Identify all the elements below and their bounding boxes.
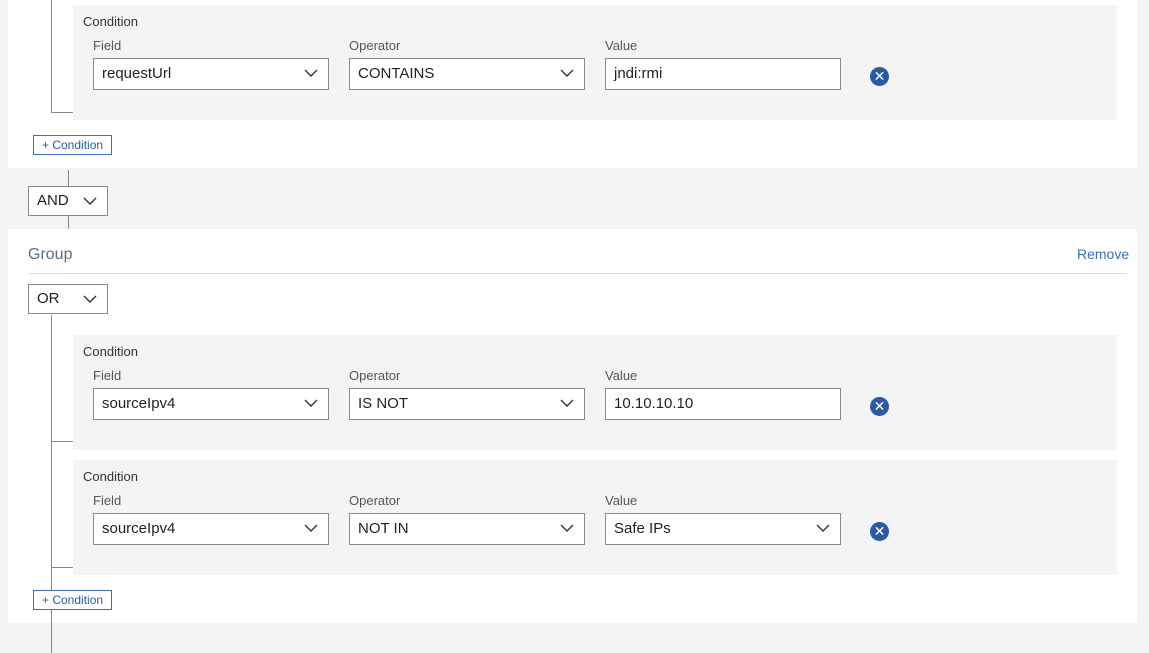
operator-label: Operator: [349, 493, 401, 508]
remove-condition-icon[interactable]: ✕: [870, 397, 889, 416]
add-condition-button[interactable]: + Condition: [33, 590, 113, 610]
joiner-line-top: [68, 170, 69, 186]
field-select-value: sourceIpv4: [102, 395, 176, 412]
condition-title: Condition: [83, 469, 138, 484]
value-select[interactable]: Safe IPs: [605, 513, 841, 545]
operator-label: Operator: [349, 368, 401, 383]
group-logic-value: OR: [37, 290, 60, 307]
field-select-value: requestUrl: [102, 65, 172, 82]
tree-branch: [51, 441, 73, 442]
field-label: Field: [93, 38, 122, 53]
chevron-down-icon: [304, 399, 318, 407]
condition-title: Condition: [83, 344, 138, 359]
condition-card: Condition Field Operator Value sourceIpv…: [73, 460, 1117, 575]
value-input[interactable]: 10.10.10.10: [605, 388, 841, 420]
operator-label: Operator: [349, 38, 401, 53]
chevron-down-icon: [83, 197, 97, 205]
condition-card: Condition Field Operator Value requestUr…: [73, 5, 1117, 120]
value-select-value: Safe IPs: [614, 520, 671, 537]
tree-branch: [51, 112, 73, 113]
value-label: Value: [605, 493, 638, 508]
operator-select[interactable]: IS NOT: [349, 388, 585, 420]
operator-select[interactable]: NOT IN: [349, 513, 585, 545]
field-label: Field: [93, 493, 122, 508]
chevron-down-icon: [304, 524, 318, 532]
group-joiner-value: AND: [37, 192, 69, 209]
group-logic-select[interactable]: OR: [28, 284, 108, 314]
operator-select-value: IS NOT: [358, 395, 409, 412]
value-label: Value: [605, 38, 638, 53]
chevron-down-icon: [560, 524, 574, 532]
remove-group-link[interactable]: Remove: [1077, 246, 1129, 262]
group-header-divider: [28, 273, 1127, 274]
value-input[interactable]: jndi:rmi: [605, 58, 841, 90]
group-joiner-select[interactable]: AND: [28, 186, 108, 216]
field-select[interactable]: requestUrl: [93, 58, 329, 90]
operator-select-value: CONTAINS: [358, 65, 435, 82]
field-select-value: sourceIpv4: [102, 520, 176, 537]
chevron-down-icon: [560, 69, 574, 77]
chevron-down-icon: [83, 295, 97, 303]
tree-branch: [51, 567, 73, 568]
field-label: Field: [93, 368, 122, 383]
joiner-line-bottom: [68, 216, 69, 230]
condition-title: Condition: [83, 14, 138, 29]
remove-condition-icon[interactable]: ✕: [870, 522, 889, 541]
condition-card: Condition Field Operator Value sourceIpv…: [73, 335, 1117, 450]
remove-condition-icon[interactable]: ✕: [870, 67, 889, 86]
chevron-down-icon: [304, 69, 318, 77]
add-condition-button[interactable]: + Condition: [33, 135, 113, 155]
operator-select-value: NOT IN: [358, 520, 409, 537]
operator-select[interactable]: CONTAINS: [349, 58, 585, 90]
value-label: Value: [605, 368, 638, 383]
field-select[interactable]: sourceIpv4: [93, 513, 329, 545]
tree-line: [51, 0, 52, 112]
field-select[interactable]: sourceIpv4: [93, 388, 329, 420]
group-title: Group: [28, 246, 73, 263]
chevron-down-icon: [560, 399, 574, 407]
chevron-down-icon: [816, 524, 830, 532]
